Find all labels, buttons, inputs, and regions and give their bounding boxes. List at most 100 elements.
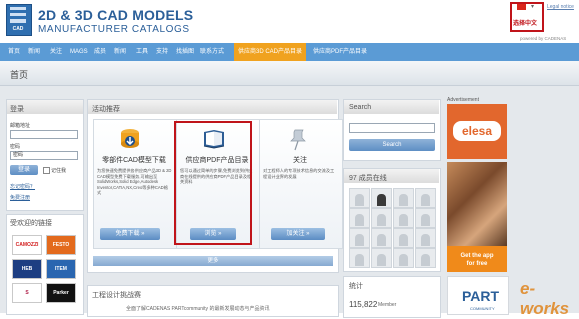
page-title: 首页 [10, 70, 29, 80]
legal-notice-link[interactable]: Legal notice [547, 4, 574, 10]
card-cad-title: 零部件CAD模型下载 [102, 157, 166, 164]
members-online-heading: 97 成员在线 [349, 175, 387, 182]
register-link[interactable]: 免费注册 [10, 194, 30, 201]
user-silhouette-icon [377, 254, 386, 266]
brand-logo-s[interactable]: S [12, 283, 42, 303]
ad-part-sub: COMMUNITY [470, 306, 495, 311]
login-heading: 登录 [10, 106, 24, 113]
ad-elesa-logo: elesa [453, 121, 501, 141]
email-field[interactable] [10, 130, 78, 139]
user-silhouette-icon [377, 214, 386, 226]
card-cad-desc: 为您快速免费提供各供应商产品3D & 2D CAD模型免费下载服务,可输出至So… [97, 168, 172, 195]
login-button[interactable]: 登录 [10, 165, 38, 175]
user-silhouette-icon [421, 254, 430, 266]
search-input[interactable] [349, 123, 435, 133]
card-follow-desc: 对工程师人的专项技术信息的交流及工程设计业界的发展 [263, 168, 335, 179]
chevron-down-icon: ▾ [531, 4, 535, 10]
brand-logo-heb[interactable]: HEB [12, 259, 42, 279]
card-follow-title: 关注 [293, 157, 307, 164]
user-silhouette-icon [377, 194, 386, 206]
forgot-password-link[interactable]: 忘记密码？ [10, 183, 35, 190]
ad-cta-line1: Get the app [460, 253, 494, 259]
user-silhouette-icon [355, 234, 364, 246]
nav-item-tools[interactable]: 工具 [136, 43, 148, 61]
member-avatar[interactable] [415, 248, 436, 268]
password-field[interactable]: 密码 [10, 151, 78, 160]
challenge-heading: 工程设计挑战赛 [92, 292, 141, 299]
member-avatar[interactable] [349, 248, 370, 268]
user-silhouette-icon [377, 234, 386, 246]
nav-item-news-2[interactable]: 新闻 [114, 43, 126, 61]
member-avatar[interactable] [349, 188, 370, 208]
user-silhouette-icon [399, 234, 408, 246]
nav-item-news[interactable]: 新闻 [28, 43, 40, 61]
follow-button[interactable]: 加关注 » [271, 228, 325, 240]
ad-people-photo [447, 162, 507, 246]
user-silhouette-icon [399, 254, 408, 266]
nav-item-home[interactable]: 首页 [8, 43, 20, 61]
brand-logo-camozzi[interactable]: CAMOZZI [12, 235, 42, 255]
ad-part-logo: PART [462, 288, 500, 304]
member-avatar[interactable] [349, 208, 370, 228]
member-avatar[interactable] [393, 248, 414, 268]
powered-by: powered by CADENAS [520, 36, 567, 41]
logo-graphic [10, 7, 26, 23]
password-label: 密码 [10, 144, 21, 150]
member-avatar[interactable] [371, 188, 392, 208]
ad-cta-line2: for free [466, 261, 488, 267]
member-avatar[interactable] [371, 248, 392, 268]
member-avatar[interactable] [393, 208, 414, 228]
nav-item-support[interactable]: 支持 [156, 43, 168, 61]
stats-heading: 统计 [349, 283, 363, 290]
nav-item-contact[interactable]: 联系方式 [200, 43, 224, 61]
title-bar [0, 61, 579, 86]
highlight-frame [174, 121, 252, 245]
recommend-heading: 活动推荐 [92, 106, 120, 113]
language-selector[interactable] [510, 2, 544, 32]
logo-text: CAD [12, 26, 24, 32]
nav-item-mags[interactable]: MAGS [70, 43, 88, 61]
member-avatar[interactable] [393, 228, 414, 248]
pin-icon [287, 127, 309, 151]
user-silhouette-icon [355, 194, 364, 206]
nav-item-find-images[interactable]: 找插图 [176, 43, 194, 61]
brand-logo-item[interactable]: ITEM [46, 259, 76, 279]
remember-label: 记住我 [51, 168, 67, 174]
search-button[interactable]: Search [349, 139, 435, 151]
recommend-header-bg [88, 100, 337, 114]
user-silhouette-icon [421, 194, 430, 206]
language-label[interactable]: 选择中文 [513, 18, 537, 27]
member-avatar[interactable] [415, 188, 436, 208]
free-download-button[interactable]: 免费下载 » [100, 228, 160, 240]
more-bar[interactable]: 更多 [93, 256, 333, 266]
nav-item-members[interactable]: 成员 [94, 43, 106, 61]
watermark: e-works [520, 279, 570, 318]
member-avatar[interactable] [371, 208, 392, 228]
member-count-label: Member [378, 302, 397, 308]
site-subtitle: MANUFACTURER CATALOGS [38, 24, 190, 35]
member-avatar[interactable] [349, 228, 370, 248]
challenge-footer-text: 全面了解CADENAS PARTcommunity 的最新发展动态与产品资讯 [126, 306, 270, 312]
user-silhouette-icon [355, 214, 364, 226]
popular-links-heading: 受欢迎的链接 [10, 220, 52, 227]
ad-get-app-banner[interactable] [447, 246, 507, 272]
member-avatar[interactable] [415, 208, 436, 228]
user-silhouette-icon [421, 234, 430, 246]
member-avatar[interactable] [393, 188, 414, 208]
brand-logo-parker[interactable]: Parker [46, 283, 76, 303]
user-silhouette-icon [399, 214, 408, 226]
nav-item-3d-catalog[interactable]: 供应商3D CAD产品目录 [238, 43, 302, 61]
member-count: 115,822 [349, 300, 378, 309]
nav-item-pdf-catalog[interactable]: 供应商PDF产品目录 [313, 43, 367, 61]
email-label: 邮箱地址 [10, 123, 31, 129]
member-avatar[interactable] [415, 228, 436, 248]
ad-label: Advertisement [447, 97, 479, 103]
user-silhouette-icon [399, 194, 408, 206]
remember-checkbox[interactable] [43, 167, 50, 174]
search-heading: Search [349, 104, 372, 111]
brand-logo-festo[interactable]: FESTO [46, 235, 76, 255]
nav-item-follow[interactable]: 关注 [50, 43, 62, 61]
member-avatar[interactable] [371, 228, 392, 248]
cad-download-icon [118, 127, 142, 151]
user-silhouette-icon [421, 214, 430, 226]
